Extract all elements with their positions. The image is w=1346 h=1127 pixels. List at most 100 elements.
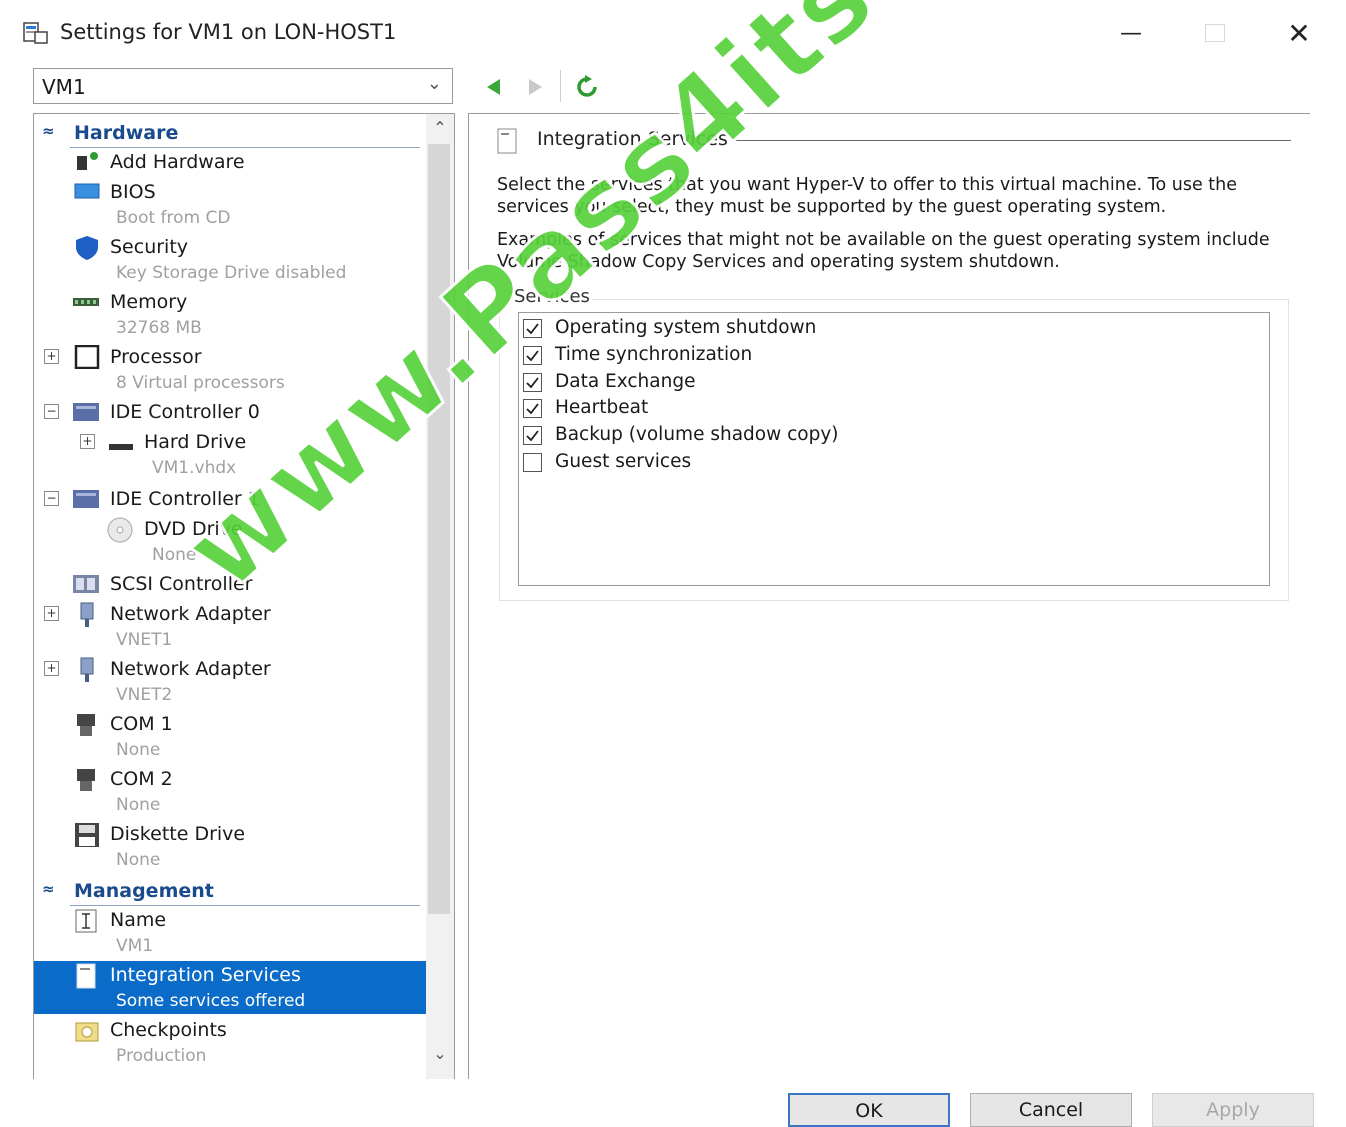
refresh-icon [577,75,597,97]
tree-item-network-adapter-1[interactable]: + Network Adapter VNET1 [34,600,426,655]
services-group: Services Operating system shutdown Time … [499,286,1289,601]
tree-item-sublabel: Key Storage Drive disabled [116,263,347,283]
forward-arrow-icon [529,79,542,95]
checkbox-unchecked[interactable] [523,453,542,472]
shield-icon [74,235,100,260]
tree-item-sublabel: None [116,740,161,760]
refresh-button[interactable] [572,74,602,100]
tree-item-sublabel: VM1 [116,936,154,956]
maximize-button[interactable] [1190,14,1240,52]
minimize-button[interactable]: — [1106,14,1156,52]
service-label: Time synchronization [555,344,753,365]
tree-item-sublabel: VNET2 [116,685,173,705]
service-label: Backup (volume shadow copy) [555,424,839,445]
tree-item-sublabel: 8 Virtual processors [116,373,285,393]
collapse-icon: ≈ [42,122,55,140]
tree-item-sublabel: None [116,795,161,815]
network-adapter-icon [76,657,102,682]
service-label: Operating system shutdown [555,317,817,338]
title-bar: Settings for VM1 on LON-HOST1 — ✕ [0,0,1346,62]
tree-item-label: Add Hardware [110,151,245,173]
floppy-disk-icon [74,822,100,847]
hardware-section-header[interactable]: ≈ Hardware [34,118,426,148]
vm-settings-icon [22,20,50,46]
tree-item-sublabel: Production [116,1046,207,1066]
management-section-header[interactable]: ≈ Management [34,876,426,906]
integration-services-icon [74,963,100,989]
tree-item-label: COM 2 [110,768,173,790]
tree-item-com-1[interactable]: COM 1 None [34,710,426,765]
vm-select[interactable]: VM1 ⌄ [33,68,453,104]
tree-item-label: Name [110,909,167,931]
collapse-icon[interactable]: − [44,491,59,506]
toolbar-divider [560,70,561,102]
tree-item-label: Checkpoints [110,1019,227,1041]
back-arrow-icon [487,79,500,95]
tree-item-label: Network Adapter [110,658,271,680]
scsi-controller-icon [72,572,99,596]
hard-drive-icon [108,430,134,454]
checkbox-checked[interactable] [523,399,542,418]
network-adapter-icon [76,602,102,627]
tree-item-sublabel: VNET1 [116,630,173,650]
tree-item-integration-services[interactable]: Integration Services Some services offer… [34,961,426,1014]
tree-item-label: Processor [110,346,202,368]
close-button[interactable]: ✕ [1274,14,1324,52]
com-port-icon [74,712,100,736]
back-button[interactable] [478,74,508,100]
tree-item-label: IDE Controller 0 [110,401,260,423]
scrollbar-thumb[interactable] [428,144,450,914]
tree-item-sublabel: 32768 MB [116,318,202,338]
chevron-down-icon: ⌄ [426,73,442,94]
minimize-icon: — [1120,20,1142,46]
tree-item-diskette-drive[interactable]: Diskette Drive None [34,820,426,875]
cancel-button[interactable]: Cancel [970,1093,1132,1127]
close-icon: ✕ [1287,16,1311,50]
tree-item-sublabel: Some services offered [116,991,306,1011]
checkbox-checked[interactable] [523,373,542,392]
com-port-icon [74,767,100,791]
window-title: Settings for VM1 on LON-HOST1 [60,20,397,44]
tree-item-sublabel: Boot from CD [116,208,231,228]
tree-item-label: Hard Drive [144,431,247,453]
tree-item-label: BIOS [110,181,156,203]
tree-item-label: Memory [110,291,188,313]
hardware-header-label: Hardware [74,122,179,144]
expand-icon[interactable]: + [44,606,59,621]
tree-item-sublabel: None [116,850,161,870]
tree-item-checkpoints[interactable]: Checkpoints Production [34,1016,426,1071]
ide-controller-icon [72,400,99,424]
tree-item-com-2[interactable]: COM 2 None [34,765,426,820]
checkbox-checked[interactable] [523,426,542,445]
collapse-icon: ≈ [42,880,55,898]
tree-item-network-adapter-2[interactable]: + Network Adapter VNET2 [34,655,426,710]
chevron-down-icon[interactable]: ⌄ [426,1044,454,1063]
processor-icon [74,344,100,370]
checkpoint-icon [74,1018,100,1042]
tree-item-add-hardware[interactable]: Add Hardware [34,148,426,178]
heading-rule [731,140,1291,141]
tree-item-label: Integration Services [110,964,301,986]
service-label: Guest services [555,451,692,472]
tree-item-security[interactable]: Security Key Storage Drive disabled [34,233,426,288]
collapse-icon[interactable]: − [44,404,59,419]
dvd-disc-icon [106,517,133,543]
add-hardware-icon [74,150,100,174]
tree-item-name[interactable]: Name VM1 [34,906,426,961]
tree-item-bios[interactable]: BIOS Boot from CD [34,178,426,233]
integration-services-icon [497,128,517,154]
name-field-icon [74,908,100,933]
service-label: Heartbeat [555,397,649,418]
services-list: Operating system shutdown Time synchroni… [518,312,1270,586]
chevron-up-icon[interactable]: ⌃ [426,118,454,137]
expand-icon[interactable]: + [44,349,59,364]
forward-button[interactable] [520,74,550,100]
expand-icon[interactable]: + [44,661,59,676]
tree-item-label: COM 1 [110,713,173,735]
management-header-label: Management [74,880,214,902]
tree-item-label: Security [110,236,189,258]
apply-button[interactable]: Apply [1152,1093,1314,1127]
ok-button[interactable]: OK [788,1093,950,1127]
expand-icon[interactable]: + [80,434,95,449]
maximize-icon [1205,24,1225,42]
